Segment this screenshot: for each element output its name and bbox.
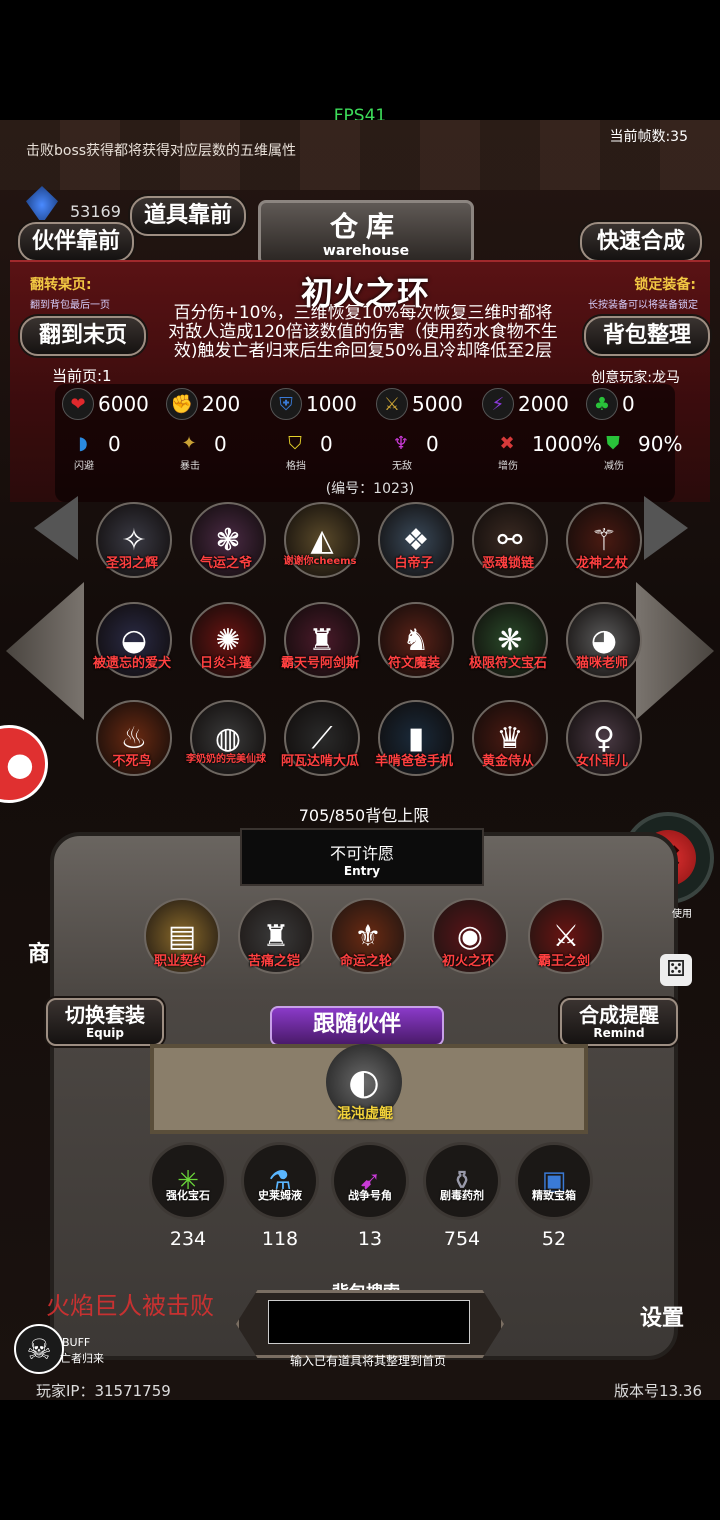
shop-label[interactable]: 商 [28, 936, 50, 968]
resource-count: 234 [169, 1228, 207, 1250]
resource-count: 118 [261, 1228, 299, 1250]
resource-name: 史莱姆液 [258, 1189, 302, 1202]
resource-name: 剧毒药剂 [440, 1189, 484, 1202]
resource-name: 精致宝箱 [532, 1189, 576, 1202]
buff-label: BUFF [62, 1336, 91, 1349]
kill-log: 火焰巨人被击败 [46, 1292, 214, 1320]
resource-icon-box: ⚱ 剧毒药剂 [423, 1142, 501, 1220]
player-ip: 玩家IP：31571759 [36, 1382, 171, 1400]
buff-icon: ☠ [14, 1324, 64, 1374]
resource-icon-box: ➹ 战争号角 [331, 1142, 409, 1220]
version: 版本号13.36 [614, 1382, 702, 1400]
resource-icon-box: ▣ 精致宝箱 [515, 1142, 593, 1220]
resource-icon-box: ✳ 强化宝石 [149, 1142, 227, 1220]
resource-item[interactable]: ⚱ 剧毒药剂 754 [420, 1142, 504, 1250]
resource-count: 13 [357, 1228, 383, 1250]
settings-label[interactable]: 设置 [640, 1300, 684, 1332]
resource-item[interactable]: ➹ 战争号角 13 [328, 1142, 412, 1250]
buff-name: 亡者归来 [60, 1352, 104, 1365]
resource-count: 754 [443, 1228, 481, 1250]
resource-item[interactable]: ✳ 强化宝石 234 [146, 1142, 230, 1250]
resource-icon-box: ⚗ 史莱姆液 [241, 1142, 319, 1220]
resource-count: 52 [541, 1228, 567, 1250]
search-input[interactable] [268, 1300, 470, 1344]
resource-name: 强化宝石 [166, 1189, 210, 1202]
dice-icon[interactable]: ⚄ [660, 954, 692, 986]
resource-name: 战争号角 [348, 1189, 392, 1202]
resource-item[interactable]: ▣ 精致宝箱 52 [512, 1142, 596, 1250]
dice-hint: 使用 [672, 909, 692, 920]
search-hint: 输入已有道具将其整理到首页 [289, 1354, 446, 1368]
resource-item[interactable]: ⚗ 史莱姆液 118 [238, 1142, 322, 1250]
resource-row: ✳ 强化宝石 234 ⚗ 史莱姆液 118 ➹ 战争号角 13 ⚱ 剧毒药剂 754 ▣ 精致宝箱 52 [0, 120, 720, 1320]
game-viewport: 击败boss获得都将获得对应层数的五维属性 当前帧数:35 53169 道具靠前… [0, 120, 720, 1400]
